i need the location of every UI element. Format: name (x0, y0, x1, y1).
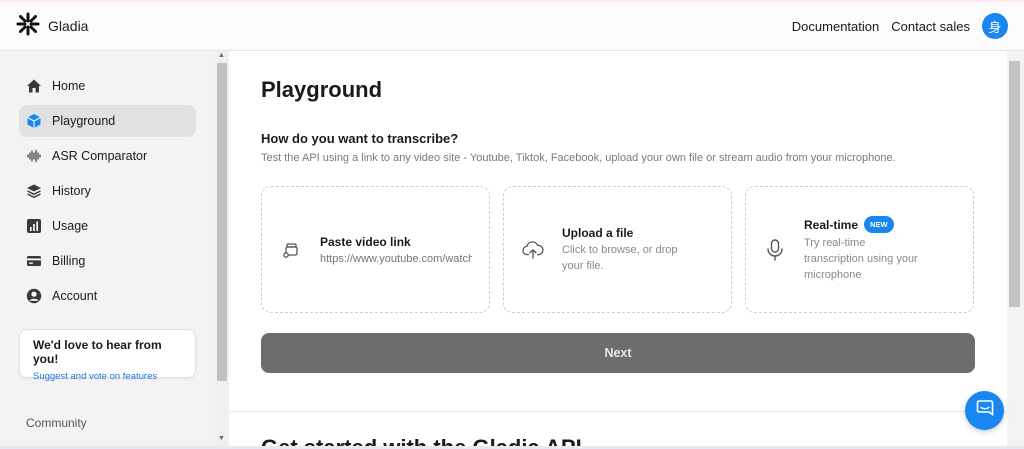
cube-icon (26, 113, 42, 129)
sidebar-item-usage[interactable]: Usage (19, 210, 196, 242)
suggest-features-link[interactable]: Suggest and vote on features (33, 371, 182, 382)
upload-file-card[interactable]: Upload a file Click to browse, or drop y… (503, 186, 732, 313)
cloud-upload-icon (522, 239, 544, 261)
upload-file-desc-line1: Click to browse, or drop (562, 243, 678, 256)
sidebar-item-label: Playground (52, 114, 116, 128)
scroll-up-arrow-icon[interactable]: ▲ (218, 52, 225, 59)
feedback-card[interactable]: We'd love to hear from you! Suggest and … (19, 329, 196, 382)
transcribe-subtitle: Test the API using a link to any video s… (261, 152, 896, 164)
page-title: Playground (261, 77, 383, 102)
avatar[interactable]: 身 (982, 13, 1008, 39)
next-button[interactable]: Next (261, 333, 975, 373)
transcribe-question: How do you want to transcribe? (261, 131, 459, 146)
waveform-icon (26, 148, 42, 164)
header-links: Documentation Contact sales 身 (792, 13, 1008, 39)
main-scrollbar[interactable] (1007, 51, 1024, 449)
sidebar-item-playground[interactable]: Playground (19, 105, 196, 137)
realtime-desc-line3: microphone (804, 269, 862, 281)
sidebar-item-home[interactable]: Home (19, 70, 196, 102)
sidebar-item-billing[interactable]: Billing (19, 245, 196, 277)
realtime-desc-line1: Try real-time (804, 237, 866, 249)
video-link-input[interactable] (320, 252, 472, 265)
sidebar-scrollbar[interactable]: ▲ ▼ (215, 51, 229, 449)
documentation-link[interactable]: Documentation (792, 19, 879, 34)
main-scrollbar-thumb[interactable] (1009, 61, 1020, 307)
sidebar-item-label: Usage (52, 219, 89, 233)
sidebar-scrollbar-thumb[interactable] (217, 63, 227, 381)
home-icon (26, 78, 42, 94)
microphone-icon (764, 238, 786, 261)
upload-file-title: Upload a file (562, 225, 634, 240)
contact-sales-link[interactable]: Contact sales (891, 19, 970, 34)
realtime-title-row: Real-time NEW (804, 216, 918, 233)
section-divider (229, 411, 1007, 412)
chat-bubble-icon (976, 399, 994, 422)
layers-icon (26, 183, 42, 199)
brand[interactable]: Gladia (16, 12, 88, 41)
sidebar: Home Playground ASR Comparator History U… (0, 51, 215, 449)
paste-link-card[interactable]: Paste video link (261, 186, 490, 313)
bar-chart-icon (26, 218, 42, 234)
main-content: Playground How do you want to transcribe… (229, 51, 1007, 449)
upload-file-desc-line2: your file. (562, 259, 604, 272)
gladia-logo-icon (16, 12, 40, 41)
sidebar-item-history[interactable]: History (19, 175, 196, 207)
realtime-card[interactable]: Real-time NEW Try real-time transcriptio… (745, 186, 974, 313)
brand-name: Gladia (48, 18, 89, 34)
credit-card-icon (26, 253, 42, 269)
sidebar-item-label: Billing (52, 254, 86, 268)
realtime-desc-line2: transcription using your (804, 253, 918, 265)
sidebar-item-label: History (52, 184, 91, 198)
sidebar-item-label: ASR Comparator (52, 149, 148, 163)
new-badge: NEW (864, 216, 894, 233)
paste-link-title: Paste video link (320, 234, 411, 249)
top-bar: Gladia Documentation Contact sales 身 (0, 0, 1024, 51)
link-video-icon (280, 239, 302, 261)
user-circle-icon (26, 288, 42, 304)
realtime-title: Real-time (804, 217, 859, 232)
sidebar-item-label: Home (52, 79, 86, 93)
feedback-title: We'd love to hear from you! (33, 338, 162, 366)
community-section-label: Community (26, 416, 87, 430)
sidebar-item-account[interactable]: Account (19, 280, 196, 312)
chat-support-button[interactable] (965, 391, 1004, 430)
sidebar-item-label: Account (52, 289, 98, 303)
sidebar-item-asr-comparator[interactable]: ASR Comparator (19, 140, 196, 172)
scroll-down-arrow-icon[interactable]: ▼ (218, 435, 225, 442)
